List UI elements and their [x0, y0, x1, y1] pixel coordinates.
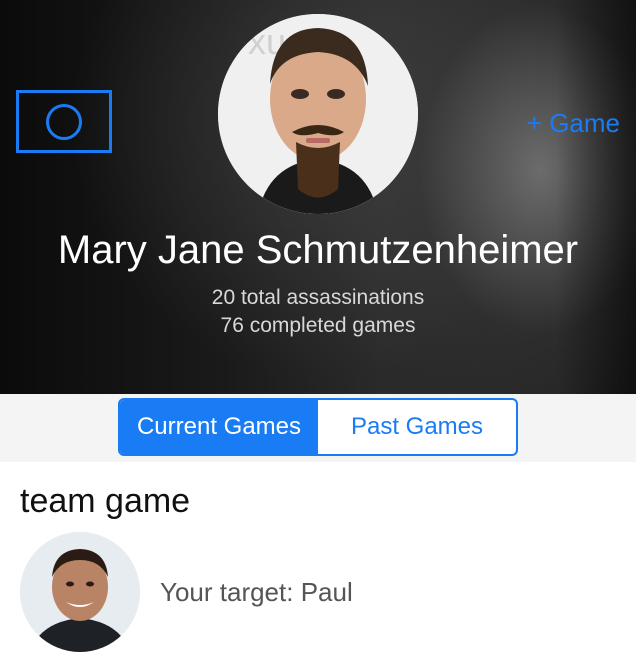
tab-current-games[interactable]: Current Games — [120, 400, 318, 454]
tab-past-games[interactable]: Past Games — [318, 400, 516, 454]
games-segmented-control: Current Games Past Games — [118, 398, 518, 456]
completed-games: 76 completed games — [220, 314, 416, 337]
add-game-button[interactable]: + Game — [527, 108, 620, 139]
profile-photo-icon: xu — [218, 14, 418, 214]
target-label: Your target: Paul — [160, 577, 353, 607]
profile-avatar[interactable]: xu — [218, 14, 418, 214]
profile-header: + Game xu Mary Jane Schmutzenheimer 20 t… — [0, 0, 636, 394]
circle-icon — [46, 103, 82, 140]
profile-name: Mary Jane Schmutzenheimer — [57, 228, 579, 272]
settings-button[interactable] — [16, 90, 112, 153]
target-avatar[interactable] — [20, 532, 140, 652]
game-title: team game — [20, 482, 191, 520]
total-assassinations: 20 total assassinations — [211, 286, 425, 309]
target-photo-icon — [20, 532, 140, 652]
